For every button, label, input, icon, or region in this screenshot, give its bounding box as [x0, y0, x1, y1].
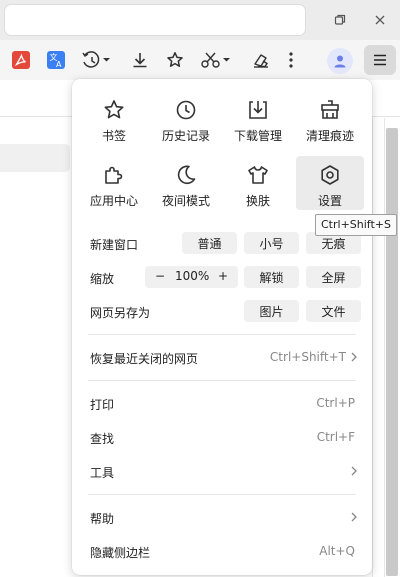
help-item[interactable]: 帮助	[72, 505, 372, 531]
save-as-image-button[interactable]: 图片	[244, 300, 299, 322]
broom-icon	[318, 98, 342, 122]
close-window-button[interactable]	[370, 10, 390, 30]
main-menu-panel: 书签 历史记录 下载管理 清理痕迹 应用中心 夜间模式 换肤 设置 新建窗口 普…	[72, 79, 372, 575]
restore-closed-page-item[interactable]: 恢复最近关闭的网页 Ctrl+Shift+T	[72, 345, 372, 371]
tools-item[interactable]: 工具	[72, 459, 372, 485]
settings-shortcut-tooltip: Ctrl+Shift+S	[315, 214, 397, 236]
item-label: 查找	[90, 432, 115, 446]
pdf-extension-button[interactable]	[10, 48, 32, 72]
item-shortcut: Alt+Q	[319, 544, 355, 558]
tile-label: 下载管理	[233, 129, 282, 143]
save-as-file-button[interactable]: 文件	[306, 300, 361, 322]
eraser-button[interactable]	[249, 48, 273, 72]
tile-label: 换肤	[245, 194, 270, 208]
shirt-icon	[246, 163, 270, 187]
tile-label: 设置	[317, 194, 342, 208]
tile-label: 应用中心	[89, 194, 138, 208]
item-label: 帮助	[90, 512, 115, 526]
download-icon	[246, 98, 270, 122]
more-options-button[interactable]	[281, 48, 301, 72]
restore-button[interactable]	[330, 10, 350, 30]
tile-skins[interactable]: 换肤	[224, 156, 292, 210]
tile-label: 夜间模式	[161, 194, 210, 208]
star-icon	[102, 98, 126, 122]
item-label: 恢复最近关闭的网页	[90, 352, 199, 366]
page-column-line	[372, 118, 373, 577]
user-icon	[334, 55, 346, 68]
chevron-right-icon	[351, 512, 357, 522]
svg-text:A: A	[56, 60, 62, 69]
tile-label: 历史记录	[161, 129, 210, 143]
screenshot-scissors-icon	[201, 52, 230, 68]
tile-label: 清理痕迹	[305, 129, 354, 143]
find-item[interactable]: 查找 Ctrl+F	[72, 425, 372, 451]
menu-divider	[88, 334, 356, 335]
translate-extension-icon: 文A	[47, 51, 65, 69]
tile-night-mode[interactable]: 夜间模式	[152, 156, 220, 210]
item-shortcut: Ctrl+Shift+T	[269, 350, 346, 364]
item-label: 隐藏侧边栏	[90, 546, 151, 560]
zoom-in-button[interactable]: +	[218, 269, 228, 283]
page-highlight-strip	[0, 144, 70, 172]
settings-icon	[318, 163, 342, 187]
download-button[interactable]	[128, 48, 152, 72]
tile-history[interactable]: 历史记录	[152, 91, 220, 145]
tile-downloads[interactable]: 下载管理	[224, 91, 292, 145]
eraser-icon	[254, 54, 268, 68]
zoom-out-button[interactable]: −	[155, 269, 165, 283]
fullscreen-button[interactable]: 全屏	[306, 266, 361, 288]
print-item[interactable]: 打印 Ctrl+P	[72, 391, 372, 417]
more-vertical-icon	[289, 52, 293, 68]
zoom-unlock-button[interactable]: 解锁	[244, 266, 299, 288]
zoom-value: 100%	[175, 269, 210, 283]
puzzle-icon	[102, 163, 126, 187]
extension-bar	[4, 4, 306, 36]
chevron-right-icon	[351, 352, 357, 362]
new-window-normal-button[interactable]: 普通	[182, 232, 237, 254]
tile-app-center[interactable]: 应用中心	[80, 156, 148, 210]
zoom-label: 缩放	[90, 272, 115, 286]
zoom-control: − 100% +	[145, 266, 238, 288]
page-scrollbar-thumb[interactable]	[386, 128, 398, 576]
close-icon	[375, 15, 385, 25]
new-window-label: 新建窗口	[90, 238, 139, 252]
item-label: 工具	[90, 466, 115, 480]
tile-bookmarks[interactable]: 书签	[80, 91, 148, 145]
bookmark-star-icon	[167, 52, 183, 67]
item-label: 打印	[90, 398, 115, 412]
main-menu-button[interactable]	[364, 45, 396, 75]
tile-clear-traces[interactable]: 清理痕迹	[296, 91, 364, 145]
save-page-as-label: 网页另存为	[90, 306, 151, 320]
hamburger-icon	[374, 54, 386, 66]
tile-label: 书签	[101, 129, 126, 143]
new-window-small-button[interactable]: 小号	[244, 232, 299, 254]
tile-settings[interactable]: 设置	[296, 156, 364, 210]
item-shortcut: Ctrl+F	[316, 430, 355, 444]
item-shortcut: Ctrl+P	[316, 396, 355, 410]
menu-divider	[88, 494, 356, 495]
clock-icon	[174, 98, 198, 122]
menu-divider	[88, 380, 356, 381]
hide-sidebar-item[interactable]: 隐藏侧边栏 Alt+Q	[72, 539, 372, 565]
history-dropdown-icon	[82, 51, 110, 68]
screenshot-dropdown-button[interactable]	[200, 48, 232, 72]
history-dropdown-button[interactable]	[80, 48, 112, 72]
pdf-extension-icon	[12, 51, 30, 69]
profile-avatar[interactable]	[327, 48, 353, 74]
chevron-right-icon	[351, 466, 357, 476]
bookmark-star-button[interactable]	[163, 48, 187, 72]
download-icon	[133, 53, 147, 68]
restore-icon	[334, 14, 346, 25]
moon-icon	[174, 163, 198, 187]
translate-extension-button[interactable]: 文A	[45, 48, 67, 72]
